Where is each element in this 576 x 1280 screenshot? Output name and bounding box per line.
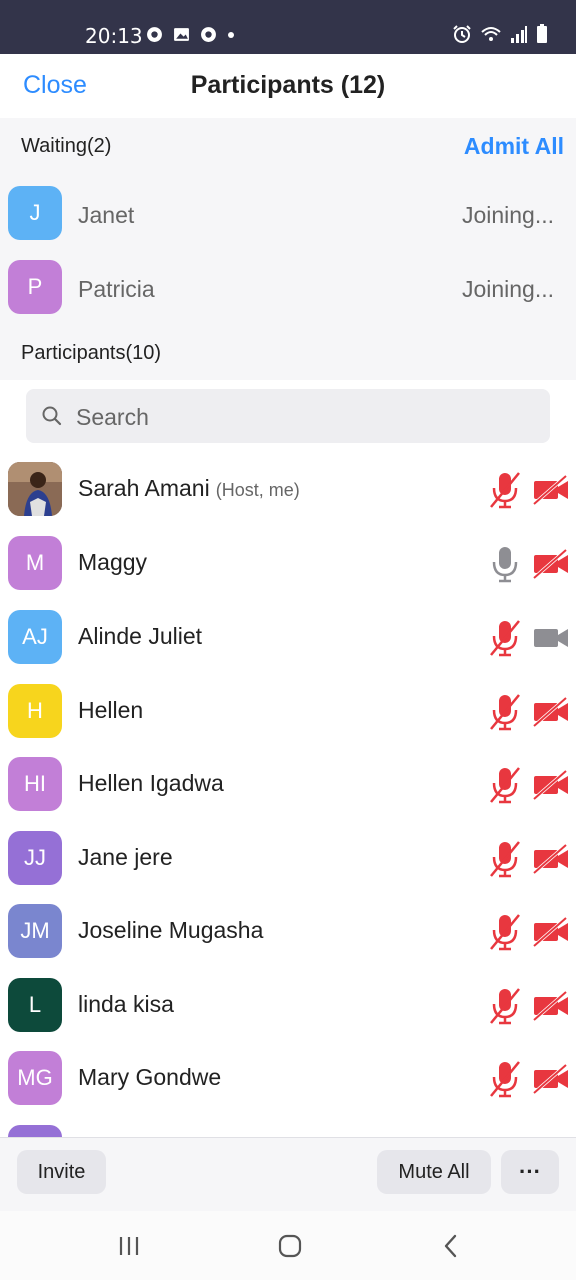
video-off-icon[interactable]: [532, 770, 570, 800]
mic-muted-icon[interactable]: [488, 1060, 522, 1098]
partial-avatar: [8, 1125, 62, 1137]
participant-row[interactable]: JM Joseline Mugasha: [0, 895, 576, 969]
video-off-icon[interactable]: [532, 549, 570, 579]
avatar: JJ: [8, 831, 62, 885]
participant-row[interactable]: H Hellen: [0, 675, 576, 749]
admit-all-button[interactable]: Admit All: [464, 133, 564, 160]
profile-photo: [8, 462, 62, 516]
waiting-name: Patricia: [78, 276, 155, 302]
participant-name: Alinde Juliet: [78, 623, 203, 649]
waiting-item[interactable]: P Patricia Joining...: [0, 252, 576, 326]
avatar: L: [8, 978, 62, 1032]
joining-status: Joining...: [461, 202, 554, 228]
participant-row[interactable]: HI Hellen Igadwa: [0, 748, 576, 822]
participant-row[interactable]: M Maggy: [0, 527, 576, 601]
participant-row[interactable]: MG Mary Gondwe: [0, 1042, 576, 1116]
participant-row[interactable]: AJ Alinde Juliet: [0, 601, 576, 675]
avatar: MG: [8, 1051, 62, 1105]
avatar: JM: [8, 904, 62, 958]
dot-icon: [228, 31, 234, 38]
participant-row[interactable]: L linda kisa: [0, 969, 576, 1043]
avatar: AJ: [8, 610, 62, 664]
home-icon[interactable]: [277, 1233, 303, 1259]
mic-muted-icon[interactable]: [488, 840, 522, 878]
mic-on-icon[interactable]: [488, 545, 522, 583]
avatar: HI: [8, 757, 62, 811]
invite-button[interactable]: Invite: [17, 1150, 106, 1194]
mic-muted-icon[interactable]: [488, 619, 522, 657]
mic-muted-icon[interactable]: [488, 471, 522, 509]
chrome-icon: [201, 27, 216, 42]
recents-icon[interactable]: [117, 1234, 141, 1258]
participant-row[interactable]: JJ Jane jere: [0, 822, 576, 896]
video-off-icon[interactable]: [532, 475, 570, 505]
back-icon[interactable]: [441, 1233, 461, 1259]
avatar: M: [8, 536, 62, 590]
avatar: H: [8, 684, 62, 738]
participant-name: linda kisa: [78, 991, 174, 1017]
mic-muted-icon[interactable]: [488, 766, 522, 804]
participant-name: Sarah Amani: [78, 475, 210, 501]
search-box[interactable]: [26, 389, 550, 443]
more-options-button[interactable]: ···: [501, 1150, 559, 1194]
image-icon: [174, 28, 189, 41]
signal-icon: [511, 26, 527, 43]
page-title: Participants (12): [190, 71, 386, 99]
clock-time: 20:13: [85, 24, 143, 48]
joining-status: Joining...: [461, 276, 554, 302]
video-off-icon[interactable]: [532, 991, 570, 1021]
mic-muted-icon[interactable]: [488, 987, 522, 1025]
participant-role: (Host, me): [215, 480, 300, 500]
battery-icon: [537, 24, 547, 43]
mute-all-button[interactable]: Mute All: [377, 1150, 491, 1194]
search-icon: [42, 406, 62, 426]
participants-header: Close Participants (12): [0, 54, 576, 119]
waiting-label: Waiting(2): [21, 135, 112, 157]
wifi-icon: [481, 27, 501, 41]
participant-name: Hellen Igadwa: [78, 770, 224, 796]
participants-label: Participants(10): [21, 342, 162, 364]
participant-row[interactable]: Sarah Amani (Host, me): [0, 453, 576, 527]
mic-muted-icon[interactable]: [488, 913, 522, 951]
search-input[interactable]: [74, 399, 538, 435]
mic-muted-icon[interactable]: [488, 693, 522, 731]
bottom-action-bar: Invite Mute All ···: [0, 1137, 576, 1212]
avatar: J: [8, 186, 62, 240]
waiting-item[interactable]: J Janet Joining...: [0, 178, 576, 252]
video-off-icon[interactable]: [532, 697, 570, 727]
system-nav-bar: [0, 1211, 576, 1280]
avatar: [8, 462, 62, 516]
status-bar: 20:13: [0, 0, 576, 54]
participant-name: Hellen: [78, 697, 144, 723]
video-on-icon[interactable]: [532, 623, 570, 653]
chrome-icon: [147, 27, 162, 42]
video-off-icon[interactable]: [532, 844, 570, 874]
alarm-icon: [453, 25, 471, 43]
participant-name: Jane jere: [78, 844, 173, 870]
video-off-icon[interactable]: [532, 917, 570, 947]
waiting-room-section: Waiting(2) Admit All J Janet Joining... …: [0, 118, 576, 380]
waiting-name: Janet: [78, 202, 135, 228]
participant-name: Maggy: [78, 549, 148, 575]
participant-name: Joseline Mugasha: [78, 917, 264, 943]
avatar: P: [8, 260, 62, 314]
participant-name: Mary Gondwe: [78, 1064, 222, 1090]
video-off-icon[interactable]: [532, 1064, 570, 1094]
